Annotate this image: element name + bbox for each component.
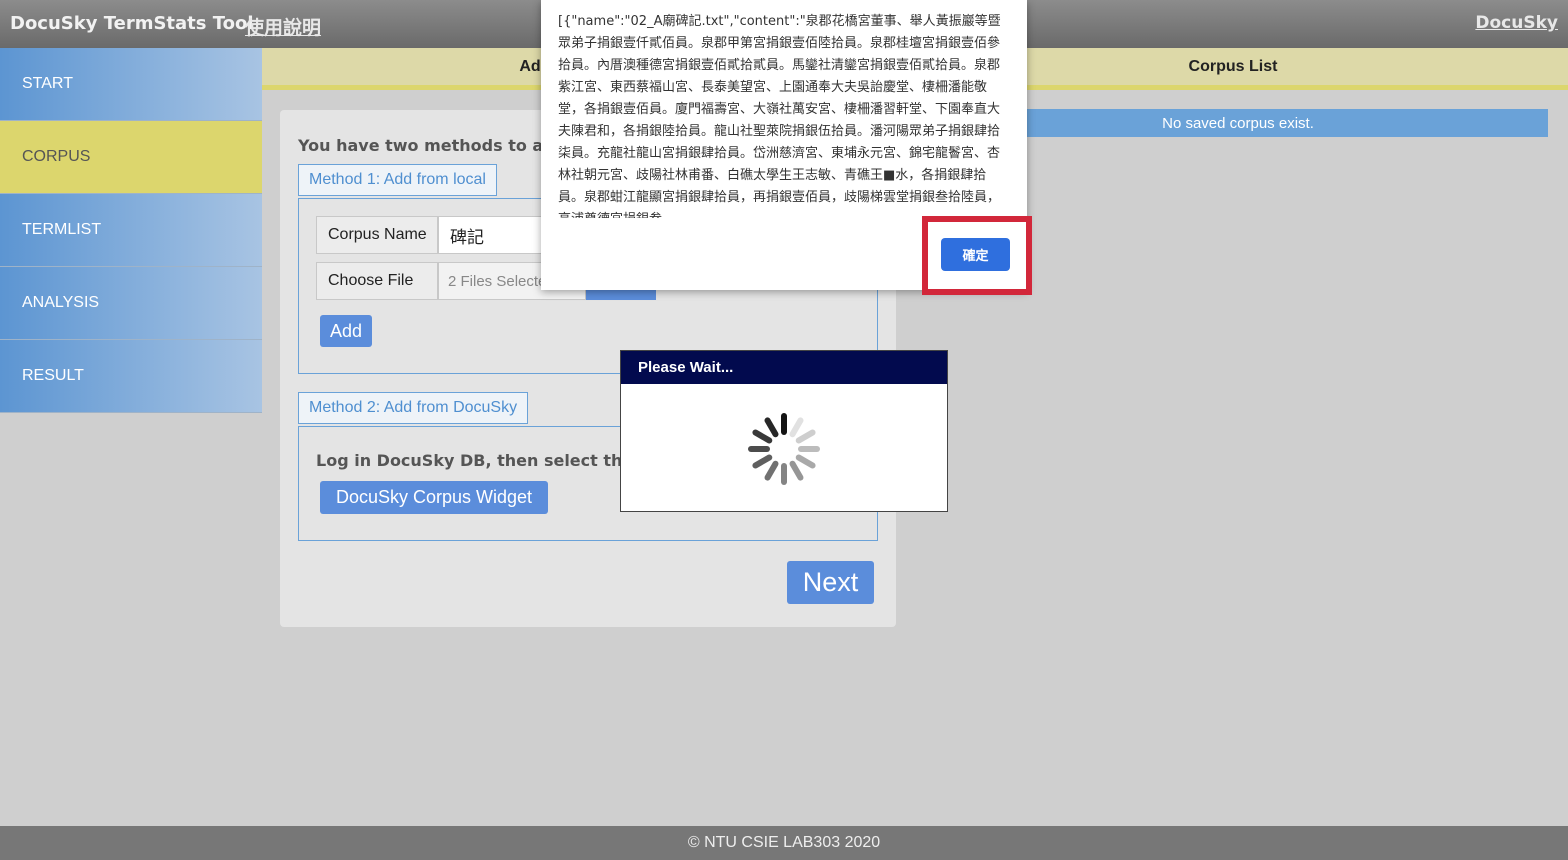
intro-text: You have two methods to add <box>298 136 567 155</box>
app-title: DocuSky TermStats Tool <box>10 13 254 34</box>
footer: © NTU CSIE LAB303 2020 <box>0 826 1568 860</box>
add-button[interactable]: Add <box>320 315 372 347</box>
sidebar-item-label: TERMLIST <box>22 221 102 238</box>
ok-button-highlight <box>922 216 1032 295</box>
spinner-spoke <box>764 417 779 438</box>
spinner-spoke <box>764 460 779 481</box>
sidebar-item-corpus[interactable]: CORPUS <box>0 121 262 194</box>
please-wait-dialog: Please Wait... <box>620 350 948 512</box>
add-corpus-header-text: Ad <box>519 57 541 75</box>
spinner-spoke <box>752 429 773 444</box>
please-wait-title: Please Wait... <box>621 351 947 384</box>
sidebar-item-start[interactable]: START <box>0 48 262 121</box>
spinner-spoke <box>789 417 804 438</box>
method1-legend: Method 1: Add from local <box>298 164 497 196</box>
sidebar-item-analysis[interactable]: ANALYSIS <box>0 267 262 340</box>
sidebar: START CORPUS TERMLIST ANALYSIS RESULT <box>0 48 262 413</box>
sidebar-item-termlist[interactable]: TERMLIST <box>0 194 262 267</box>
spinner-spoke <box>795 454 816 469</box>
sidebar-item-label: ANALYSIS <box>22 294 100 311</box>
sidebar-item-result[interactable]: RESULT <box>0 340 262 413</box>
login-instruction: Log in DocuSky DB, then select the co <box>316 451 660 470</box>
docusky-corpus-widget-button[interactable]: DocuSky Corpus Widget <box>320 481 548 514</box>
sidebar-item-label: START <box>22 75 73 92</box>
sidebar-item-label: RESULT <box>22 367 84 384</box>
choose-file-label: Choose File <box>316 262 438 300</box>
spinner-spoke <box>752 454 773 469</box>
docusky-link[interactable]: DocuSky <box>1475 13 1558 33</box>
sidebar-item-label: CORPUS <box>22 148 91 165</box>
corpus-list-title: Corpus List <box>1188 57 1278 75</box>
loading-spinner-icon <box>748 413 820 485</box>
alert-message: [{"name":"02_A廟碑記.txt","content":"泉郡花橋宮董… <box>558 14 1001 218</box>
method2-legend: Method 2: Add from DocuSky <box>298 392 529 424</box>
next-button[interactable]: Next <box>787 561 874 604</box>
spinner-spoke <box>789 460 804 481</box>
corpus-name-label: Corpus Name <box>316 216 438 254</box>
spinner-spoke <box>795 429 816 444</box>
help-link[interactable]: 使用說明 <box>245 13 321 40</box>
